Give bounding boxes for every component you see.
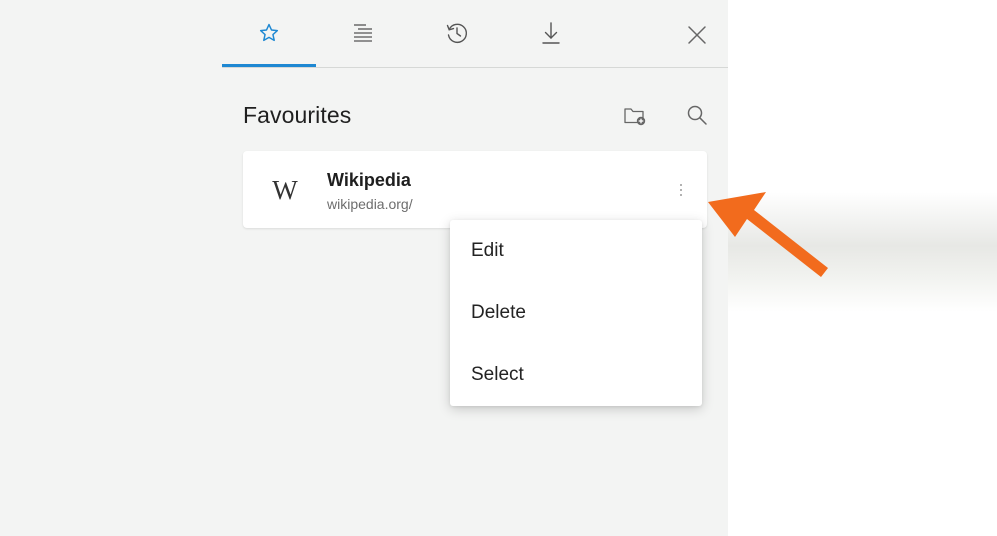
- annotation-arrow-icon: [708, 192, 828, 277]
- add-folder-button[interactable]: [621, 102, 649, 130]
- close-button[interactable]: [680, 20, 714, 50]
- hub-panel: Favourites W Wikipedia wikipedia.org/ Ed…: [0, 0, 728, 536]
- tab-history[interactable]: [410, 0, 504, 66]
- screen: Favourites W Wikipedia wikipedia.org/ Ed…: [0, 0, 997, 536]
- tab-reading-list[interactable]: [316, 0, 410, 66]
- menu-item-edit[interactable]: Edit: [450, 220, 702, 282]
- context-menu: Edit Delete Select: [450, 220, 702, 406]
- close-icon: [688, 26, 706, 44]
- favourite-url: wikipedia.org/: [327, 196, 413, 212]
- search-button[interactable]: [683, 101, 711, 129]
- favourite-title: Wikipedia: [327, 170, 411, 190]
- tab-downloads[interactable]: [504, 0, 598, 66]
- more-vertical-icon[interactable]: [673, 177, 689, 203]
- wikipedia-logo-icon: W: [272, 175, 298, 205]
- tab-favourites[interactable]: [222, 0, 316, 67]
- download-icon: [542, 22, 560, 44]
- favourite-item[interactable]: W Wikipedia wikipedia.org/: [243, 151, 707, 228]
- page-title: Favourites: [243, 102, 352, 128]
- menu-item-delete[interactable]: Delete: [450, 282, 702, 344]
- history-icon: [446, 23, 468, 44]
- reading-list-icon: [354, 24, 372, 42]
- star-icon: [259, 23, 279, 42]
- add-folder-icon: [624, 108, 646, 126]
- menu-item-select[interactable]: Select: [450, 344, 702, 406]
- hub-tab-bar: [222, 0, 728, 68]
- search-icon: [687, 105, 707, 125]
